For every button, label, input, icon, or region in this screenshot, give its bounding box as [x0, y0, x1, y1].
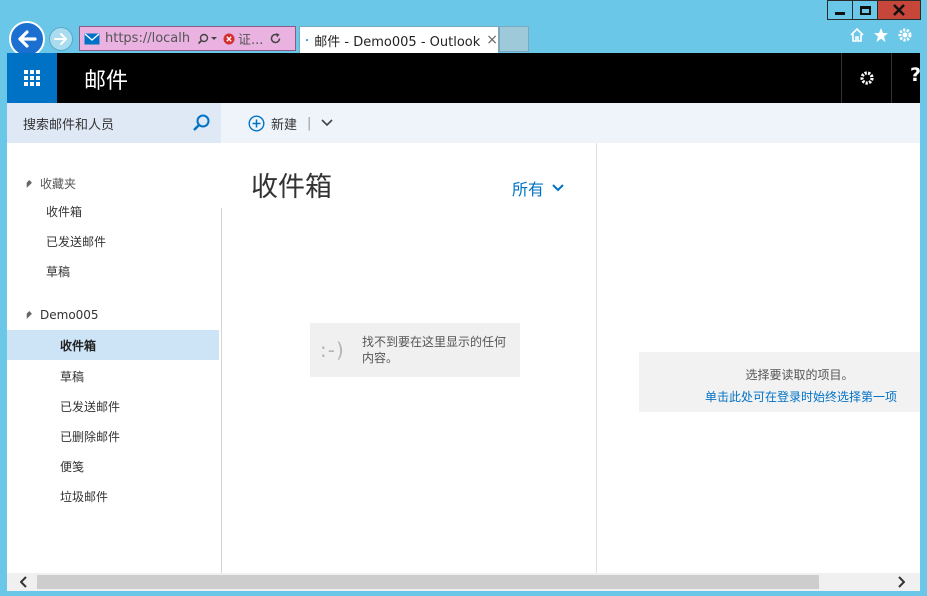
- back-button[interactable]: [9, 21, 45, 57]
- help-button[interactable]: ?: [891, 53, 920, 103]
- close-icon: [893, 4, 905, 16]
- column-divider: [596, 143, 597, 573]
- scrollbar-thumb[interactable]: [37, 575, 819, 589]
- gear-icon: [859, 71, 874, 85]
- chevron-right-icon: [898, 576, 905, 588]
- command-bar: 新建 |: [221, 103, 920, 143]
- mail-favicon-icon: [306, 39, 309, 41]
- forward-button[interactable]: [49, 27, 73, 51]
- add-circle-icon: [248, 114, 265, 132]
- mail-favicon-icon: [84, 33, 100, 44]
- message-list: 收件箱 所有 :-) 找不到要在这里显示的任何内容。: [222, 143, 597, 573]
- gear-icon[interactable]: [897, 27, 913, 43]
- filter-dropdown[interactable]: 所有: [512, 176, 564, 200]
- folder-junk[interactable]: 垃圾邮件: [60, 488, 108, 505]
- tab-close-button[interactable]: ×: [486, 32, 498, 48]
- reading-pane-prompt: 选择要读取的项目。 单击此处可在登录时始终选择第一项: [639, 352, 920, 412]
- new-button[interactable]: 新建: [248, 114, 297, 133]
- browser-tab-active[interactable]: 邮件 - Demo005 - Outlook ×: [299, 26, 499, 53]
- minimize-button[interactable]: [827, 0, 853, 20]
- search-icon[interactable]: [192, 113, 212, 133]
- new-tab-button[interactable]: [499, 26, 529, 52]
- tab-title: 邮件 - Demo005 - Outlook: [314, 34, 481, 50]
- search-placeholder: 搜索邮件和人员: [23, 117, 115, 133]
- favorite-inbox[interactable]: 收件箱: [46, 203, 82, 220]
- cert-error-icon[interactable]: [223, 33, 235, 45]
- collapse-icon: [24, 311, 32, 319]
- scroll-right-button[interactable]: [892, 573, 910, 591]
- reading-prompt-text: 选择要读取的项目。: [745, 368, 854, 382]
- chevron-down-icon: [552, 184, 564, 192]
- home-icon[interactable]: [849, 27, 865, 43]
- chevron-left-icon: [20, 576, 27, 588]
- close-window-button[interactable]: [877, 0, 921, 20]
- waffle-icon: [24, 70, 40, 86]
- horizontal-scrollbar[interactable]: [7, 573, 920, 591]
- folder-inbox[interactable]: 收件箱: [7, 330, 219, 360]
- page-viewport: 邮件 ? 搜索邮件和人员 新建 | 收藏夹 收件箱 已发送邮件 草稿 Demo0…: [7, 53, 920, 591]
- collapse-icon: [24, 179, 32, 188]
- suite-bar: 邮件 ?: [7, 53, 920, 103]
- empty-message: 找不到要在这里显示的任何内容。: [362, 335, 507, 365]
- arrow-left-icon: [18, 30, 37, 48]
- filter-label: 所有: [512, 180, 545, 199]
- minimize-icon: [835, 11, 845, 15]
- search-dropdown-icon[interactable]: [197, 33, 217, 45]
- star-icon[interactable]: [873, 27, 889, 43]
- window-controls: [827, 0, 921, 20]
- settings-button[interactable]: [841, 53, 891, 103]
- chevron-down-icon[interactable]: [321, 119, 333, 127]
- folder-heading: 收件箱: [251, 172, 332, 203]
- address-bar[interactable]: https://localh... 证...: [79, 26, 296, 51]
- folder-deleted[interactable]: 已删除邮件: [60, 428, 120, 445]
- folder-pane: 收藏夹 收件箱 已发送邮件 草稿 Demo005 收件箱 草稿 已发送邮件 已删…: [7, 143, 221, 573]
- favorite-drafts[interactable]: 草稿: [46, 263, 70, 280]
- separator: |: [307, 115, 312, 131]
- maximize-icon: [859, 5, 871, 15]
- arrow-right-icon: [54, 33, 67, 45]
- folder-sent[interactable]: 已发送邮件: [60, 398, 120, 415]
- favorites-header[interactable]: 收藏夹: [24, 175, 76, 192]
- folder-drafts[interactable]: 草稿: [60, 368, 84, 385]
- always-select-first-link[interactable]: 单击此处可在登录时始终选择第一项: [705, 388, 897, 405]
- maximize-button[interactable]: [852, 0, 878, 20]
- folder-notes[interactable]: 便笺: [60, 458, 84, 475]
- refresh-icon[interactable]: [269, 32, 282, 45]
- scroll-left-button[interactable]: [15, 573, 33, 591]
- browser-tools: [849, 27, 913, 43]
- app-launcher-button[interactable]: [7, 53, 57, 103]
- emoticon-icon: :-): [320, 338, 345, 362]
- empty-state: :-) 找不到要在这里显示的任何内容。: [310, 323, 520, 377]
- address-url: https://localh...: [105, 31, 191, 46]
- cert-error-label[interactable]: 证...: [238, 29, 263, 48]
- app-title: 邮件: [84, 69, 129, 94]
- new-label: 新建: [271, 117, 298, 133]
- favorite-sent[interactable]: 已发送邮件: [46, 233, 106, 250]
- account-header[interactable]: Demo005: [24, 308, 99, 322]
- search-input[interactable]: 搜索邮件和人员: [7, 103, 221, 143]
